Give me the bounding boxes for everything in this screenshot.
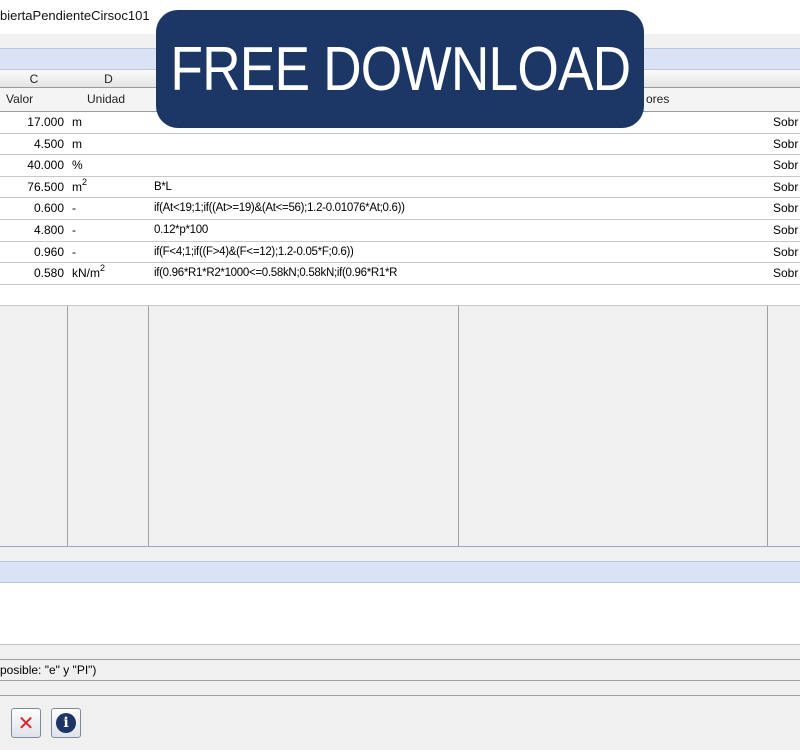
column-letter-c[interactable]: C [0,72,68,86]
info-icon: i [56,713,76,733]
notes-cell[interactable] [463,177,763,198]
last-cell[interactable]: Sobr [773,134,800,155]
unit-cell[interactable]: kN/m2 [72,263,147,284]
last-cell[interactable]: Sobr [773,220,800,241]
last-cell[interactable]: Sobr [773,242,800,263]
divider [0,695,800,696]
value-cell[interactable]: 0.600 [0,198,64,219]
header-valor[interactable]: Valor [6,92,33,106]
table-row[interactable]: 0.960 - if(F<4;1;if((F>4)&(F<=12);1.2-0.… [0,241,800,264]
last-cell[interactable]: Sobr [773,155,800,176]
value-cell[interactable]: 17.000 [0,112,64,133]
expression-cell[interactable]: B*L [154,177,456,198]
value-cell[interactable]: 0.580 [0,263,64,284]
unit-cell[interactable]: m2 [72,177,147,198]
value-cell[interactable]: 4.500 [0,134,64,155]
expression-cell[interactable]: if(At<19;1;if((At>=19)&(At<=56);1.2-0.01… [154,198,456,219]
status-line: posible: "e" y "PI") [0,659,800,681]
notes-cell[interactable] [463,198,763,219]
unit-cell[interactable]: - [72,242,147,263]
notes-cell[interactable] [463,134,763,155]
unit-cell[interactable]: m [72,112,147,133]
header-unidad[interactable]: Unidad [87,92,125,106]
expression-cell[interactable] [154,134,456,155]
last-cell[interactable]: Sobr [773,177,800,198]
expression-cell[interactable] [154,155,456,176]
expression-cell[interactable]: 0.12*p*100 [154,220,456,241]
status-text: posible: "e" y "PI") [0,663,97,677]
column-letter-d[interactable]: D [68,72,149,86]
header-observaciones[interactable]: ores [646,92,669,106]
table-row[interactable]: 4.500 m Sobr [0,133,800,156]
unit-cell[interactable]: - [72,198,147,219]
value-cell[interactable]: 76.500 [0,177,64,198]
value-cell[interactable]: 4.800 [0,220,64,241]
table-row[interactable]: 0.600 - if(At<19;1;if((At>=19)&(At<=56);… [0,198,800,220]
expression-cell[interactable]: if(0.96*R1*R2*1000<=0.58kN;0.58kN;if(0.9… [154,263,456,284]
section-strip [0,561,800,583]
unit-cell[interactable]: m [72,134,147,155]
cancel-icon: ✕ [17,711,35,735]
notes-cell[interactable] [463,155,763,176]
empty-row[interactable] [0,284,800,307]
last-cell[interactable]: Sobr [773,263,800,284]
notes-cell[interactable] [463,242,763,263]
banner-text: FREE DOWNLOAD [170,34,631,104]
table-row[interactable]: 76.500 m2 B*L Sobr [0,176,800,199]
notes-cell[interactable] [463,263,763,284]
unit-cell[interactable]: % [72,155,147,176]
unit-cell[interactable]: - [72,220,147,241]
spreadsheet-grid: C D Valor Unidad ores 17.000 m Sobr 4.50… [0,70,800,547]
window-title: biertaPendienteCirsoc101 [0,8,150,23]
free-download-banner[interactable]: FREE DOWNLOAD [156,10,644,128]
info-button[interactable]: i [51,708,81,738]
value-cell[interactable]: 0.960 [0,242,64,263]
detail-pane[interactable] [0,583,800,645]
expression-cell[interactable]: if(F<4;1;if((F>4)&(F<=12);1.2-0.05*F;0.6… [154,242,456,263]
last-cell[interactable]: Sobr [773,112,800,133]
cancel-button[interactable]: ✕ [11,708,41,738]
table-row[interactable]: 4.800 - 0.12*p*100 Sobr [0,219,800,242]
value-cell[interactable]: 40.000 [0,155,64,176]
table-row[interactable]: 0.580 kN/m2 if(0.96*R1*R2*1000<=0.58kN;0… [0,263,800,285]
notes-cell[interactable] [463,220,763,241]
table-body: 17.000 m Sobr 4.500 m Sobr 40.000 % Sobr… [0,112,800,307]
last-cell[interactable]: Sobr [773,198,800,219]
table-row[interactable]: 40.000 % Sobr [0,155,800,177]
